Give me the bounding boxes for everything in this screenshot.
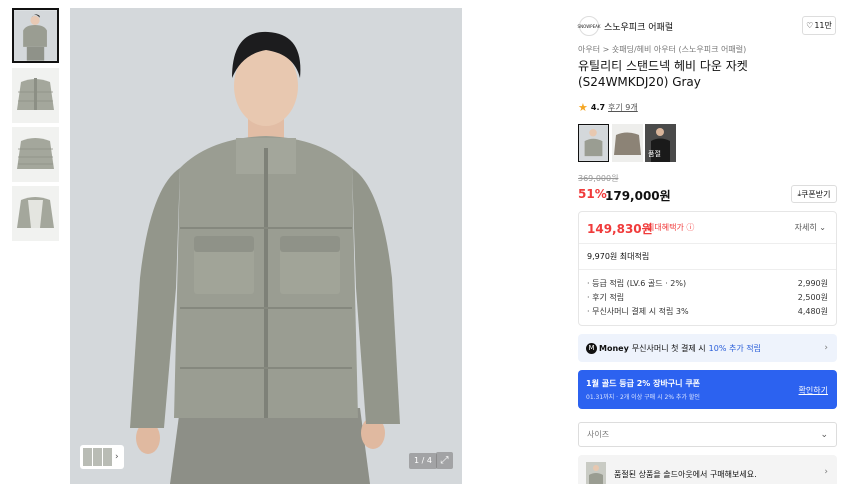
chevron-right-icon: › bbox=[824, 467, 828, 477]
breadcrumb[interactable]: 아우터 > 숏패딩/헤비 아우터 (스노우피크 어패럴) bbox=[578, 44, 746, 55]
money-banner-highlight: 10% 추가 적립 bbox=[708, 343, 761, 353]
point-row: · 등급 적립 (LV.6 골드 · 2%) 2,990원 bbox=[587, 278, 828, 289]
image-counter: 1 / 4 bbox=[409, 453, 437, 469]
color-option-khaki[interactable] bbox=[612, 124, 643, 162]
money-logo-icon: M bbox=[586, 342, 597, 354]
like-button[interactable]: ♡ 11만 bbox=[802, 16, 836, 35]
point-label: · 무신사머니 결제 시 적립 3% bbox=[587, 307, 689, 316]
coupon-label: 쿠폰받기 bbox=[801, 189, 831, 199]
coupon-button[interactable]: ⤓ 쿠폰받기 bbox=[791, 185, 837, 203]
soldout-promo-text: 품절된 상품을 솔드아웃에서 구매해보세요. bbox=[614, 470, 757, 479]
star-icon: ★ bbox=[578, 101, 588, 114]
max-benefit-label: 최대혜택가 ⓘ bbox=[647, 222, 694, 233]
thumbnail-back-flat[interactable] bbox=[12, 127, 59, 182]
thumbnail-inner-flat[interactable] bbox=[12, 186, 59, 241]
max-benefit-price: 149,830원 bbox=[587, 222, 653, 236]
soldout-tag: 품절 bbox=[648, 150, 661, 158]
money-brand-word: Money bbox=[599, 343, 629, 353]
coupon-confirm-link[interactable]: 확인하기 bbox=[799, 385, 828, 396]
size-select-placeholder: 사이즈 bbox=[587, 430, 610, 439]
rating-row: ★ 4.7 후기 9개 bbox=[578, 101, 638, 114]
points-total: 9,970원 최대적립 bbox=[587, 252, 650, 261]
model-thumbnail-image bbox=[14, 10, 57, 61]
image-strip-toggle[interactable]: › bbox=[80, 445, 124, 469]
point-label: · 등급 적립 (LV.6 골드 · 2%) bbox=[587, 279, 687, 288]
soldout-product-image bbox=[586, 462, 606, 484]
info-icon[interactable]: ⓘ bbox=[686, 223, 694, 232]
original-price: 369,000원 bbox=[578, 174, 619, 183]
soldout-promo[interactable]: 품절된 상품을 솔드아웃에서 구매해보세요. › bbox=[578, 455, 837, 484]
money-banner[interactable]: M Money 무신사머니 첫 결제 시 10% 추가 적립 › bbox=[578, 334, 837, 362]
main-product-image[interactable]: › 1 / 4 ⤢ bbox=[70, 8, 462, 484]
jacket-front-image bbox=[12, 68, 59, 123]
max-benefit-label-text: 최대혜택가 bbox=[647, 223, 684, 232]
point-label: · 후기 적립 bbox=[587, 293, 625, 302]
mini-thumb bbox=[103, 448, 112, 466]
thumbnail-front-model[interactable] bbox=[12, 8, 59, 63]
rating-score: 4.7 bbox=[590, 103, 606, 112]
product-title: 유틸리티 스탠드넥 헤비 다운 자켓 (S24WMKDJ20) Gray bbox=[578, 59, 748, 89]
color-option-black[interactable]: 품절 bbox=[645, 124, 676, 162]
like-count: 11만 bbox=[814, 21, 832, 30]
size-select[interactable]: 사이즈 ⌄ bbox=[578, 422, 837, 447]
detail-label: 자세히 bbox=[794, 223, 817, 232]
brand-logo-text: SNOWPEAK bbox=[577, 23, 601, 29]
khaki-swatch-image bbox=[612, 124, 643, 162]
heart-icon: ♡ bbox=[806, 21, 814, 30]
point-row: · 후기 적립 2,500원 bbox=[587, 292, 828, 303]
brand-name[interactable]: 스노우피크 어패럴 bbox=[604, 20, 673, 33]
soldout-model-image bbox=[586, 462, 606, 484]
coupon-banner[interactable]: 1월 골드 등급 2% 장바구니 쿠폰 01.31까지 · 2개 이상 구매 시… bbox=[578, 370, 837, 409]
sale-price: 179,000원 bbox=[605, 189, 671, 203]
mini-thumb bbox=[93, 448, 102, 466]
thumbnail-front-flat[interactable] bbox=[12, 68, 59, 123]
jacket-back-image bbox=[12, 127, 59, 182]
divider bbox=[579, 269, 836, 270]
gray-swatch-image bbox=[579, 125, 608, 161]
chevron-down-icon: ⌄ bbox=[820, 429, 828, 440]
jacket-inner-image bbox=[12, 186, 59, 241]
point-value: 4,480원 bbox=[797, 307, 828, 316]
color-option-gray[interactable] bbox=[578, 124, 609, 162]
review-link[interactable]: 후기 9개 bbox=[608, 102, 638, 113]
expand-icon[interactable]: ⤢ bbox=[436, 452, 453, 469]
coupon-banner-title: 1월 골드 등급 2% 장바구니 쿠폰 bbox=[586, 379, 701, 388]
benefit-box: 149,830원 최대혜택가 ⓘ 자세히 ⌄ 9,970원 최대적립 · 등급 … bbox=[578, 211, 837, 326]
model-photo bbox=[70, 8, 462, 484]
brand-logo[interactable]: SNOWPEAK bbox=[577, 16, 601, 36]
money-banner-text: 무신사머니 첫 결제 시 bbox=[631, 343, 706, 353]
divider bbox=[579, 243, 836, 244]
chevron-down-icon: ⌄ bbox=[819, 223, 826, 232]
mini-thumb bbox=[83, 448, 92, 466]
coupon-banner-subtitle: 01.31까지 · 2개 이상 구매 시 2% 추가 할인 bbox=[586, 394, 700, 401]
detail-button[interactable]: 자세히 ⌄ bbox=[795, 222, 826, 233]
point-value: 2,990원 bbox=[797, 279, 828, 288]
chevron-right-icon: › bbox=[824, 343, 828, 353]
discount-rate: 51% bbox=[578, 187, 607, 201]
chevron-right-icon: › bbox=[115, 452, 119, 462]
point-value: 2,500원 bbox=[797, 293, 828, 302]
point-row: · 무신사머니 결제 시 적립 3% 4,480원 bbox=[587, 306, 828, 317]
